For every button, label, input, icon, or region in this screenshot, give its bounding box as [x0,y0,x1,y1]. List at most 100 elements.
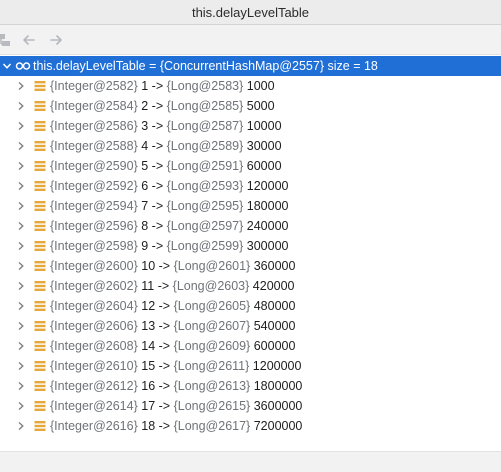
tree-row[interactable]: {Integer@2588} 4 -> {Long@2589} 30000 [0,136,501,156]
tree-row[interactable]: {Integer@2584} 2 -> {Long@2585} 5000 [0,96,501,116]
forward-arrow-icon[interactable] [48,32,64,48]
tree-row-text: {Integer@2590} 5 -> {Long@2591} 60000 [50,156,282,176]
map-entry-icon [34,401,46,411]
key-object-ref: {Integer@2582} [50,79,138,93]
chevron-right-icon[interactable] [16,301,26,311]
entry-value: 3600000 [253,399,303,413]
key-object-ref: {Integer@2600} [50,259,138,273]
chevron-right-icon[interactable] [16,241,26,251]
tree-row[interactable]: {Integer@2614} 17 -> {Long@2615} 3600000 [0,396,501,416]
chevron-right-icon[interactable] [16,361,26,371]
chevron-right-icon[interactable] [16,381,26,391]
chevron-right-icon[interactable] [16,81,26,91]
entry-arrow: -> [155,399,174,413]
tree-row[interactable]: {Integer@2612} 16 -> {Long@2613} 1800000 [0,376,501,396]
key-object-ref: {Integer@2602} [50,279,138,293]
key-object-ref: {Integer@2588} [50,139,138,153]
entry-arrow: -> [155,299,174,313]
tree-row-text: {Integer@2582} 1 -> {Long@2583} 1000 [50,76,275,96]
entry-value: 1200000 [252,359,302,373]
tree-row[interactable]: {Integer@2592} 6 -> {Long@2593} 120000 [0,176,501,196]
entry-arrow: -> [148,139,167,153]
tree-row[interactable]: {Integer@2582} 1 -> {Long@2583} 1000 [0,76,501,96]
chevron-right-icon[interactable] [16,321,26,331]
value-object-ref: {Long@2583} [166,79,244,93]
entry-key: 14 [141,339,156,353]
entry-arrow: -> [148,159,167,173]
value-object-ref: {Long@2587} [166,119,244,133]
map-entry-icon [34,141,46,151]
entry-key: 18 [141,419,156,433]
map-entry-icon [34,101,46,111]
entry-key: 13 [141,319,156,333]
chevron-right-icon[interactable] [16,221,26,231]
chevron-right-icon[interactable] [16,101,26,111]
entry-arrow: -> [155,319,174,333]
map-entry-icon [34,301,46,311]
entry-arrow: -> [148,219,167,233]
back-arrow-icon[interactable] [21,32,37,48]
chevron-down-icon[interactable] [2,61,12,71]
entry-key: 17 [141,399,156,413]
chevron-right-icon[interactable] [16,201,26,211]
entry-key: 12 [141,299,156,313]
tree-row[interactable]: {Integer@2608} 14 -> {Long@2609} 600000 [0,336,501,356]
tree-row[interactable]: {Integer@2586} 3 -> {Long@2587} 10000 [0,116,501,136]
tree-row[interactable]: {Integer@2596} 8 -> {Long@2597} 240000 [0,216,501,236]
map-entry-icon [34,81,46,91]
tree-row[interactable]: {Integer@2602} 11 -> {Long@2603} 420000 [0,276,501,296]
entry-key: 11 [141,279,155,293]
map-entry-icon [34,341,46,351]
chevron-right-icon[interactable] [16,341,26,351]
root-size: size = 18 [324,59,378,73]
tree-row[interactable]: {Integer@2616} 18 -> {Long@2617} 7200000 [0,416,501,436]
root-variable-name: this.delayLevelTable [33,59,146,73]
chevron-right-icon[interactable] [16,121,26,131]
tree-row[interactable]: {Integer@2598} 9 -> {Long@2599} 300000 [0,236,501,256]
tree-row-text: {Integer@2588} 4 -> {Long@2589} 30000 [50,136,282,156]
entry-value: 7200000 [253,419,303,433]
tree-row-text: {Integer@2602} 11 -> {Long@2603} 420000 [50,276,295,296]
tree-row-text: {Integer@2606} 13 -> {Long@2607} 540000 [50,316,295,336]
tree-row[interactable]: {Integer@2606} 13 -> {Long@2607} 540000 [0,316,501,336]
tree-row-text: {Integer@2608} 14 -> {Long@2609} 600000 [50,336,295,356]
entry-value: 480000 [253,299,296,313]
entry-value: 10000 [246,119,282,133]
chevron-right-icon[interactable] [16,181,26,191]
entry-arrow: -> [148,199,167,213]
root-equals: = [145,59,160,73]
value-object-ref: {Long@2589} [166,139,244,153]
tree-row-text: {Integer@2614} 17 -> {Long@2615} 3600000 [50,396,302,416]
tree-row[interactable]: {Integer@2604} 12 -> {Long@2605} 480000 [0,296,501,316]
entry-value: 60000 [246,159,282,173]
tree-row[interactable]: {Integer@2600} 10 -> {Long@2601} 360000 [0,256,501,276]
key-object-ref: {Integer@2586} [50,119,138,133]
value-object-ref: {Long@2607} [173,319,251,333]
tree-root-row[interactable]: this.delayLevelTable = {ConcurrentHashMa… [0,56,501,76]
tree-row[interactable]: {Integer@2610} 15 -> {Long@2611} 1200000 [0,356,501,376]
map-entry-icon [34,261,46,271]
chevron-right-icon[interactable] [16,401,26,411]
tree-row[interactable]: {Integer@2590} 5 -> {Long@2591} 60000 [0,156,501,176]
entry-key: 15 [141,359,156,373]
map-entry-icon [34,421,46,431]
entry-value: 300000 [246,239,289,253]
tree-row-text: {Integer@2596} 8 -> {Long@2597} 240000 [50,216,288,236]
tree-row-text: {Integer@2600} 10 -> {Long@2601} 360000 [50,256,295,276]
map-entry-icon [34,381,46,391]
key-object-ref: {Integer@2592} [50,179,138,193]
object-reference-icon [15,62,31,70]
tree-row[interactable]: {Integer@2594} 7 -> {Long@2595} 180000 [0,196,501,216]
map-entry-icon [34,121,46,131]
entry-arrow: -> [155,359,174,373]
tree-row-text: {Integer@2604} 12 -> {Long@2605} 480000 [50,296,295,316]
entry-key: 10 [141,259,156,273]
chevron-right-icon[interactable] [16,161,26,171]
chevron-right-icon[interactable] [16,281,26,291]
hierarchy-icon[interactable] [0,32,12,48]
chevron-right-icon[interactable] [16,421,26,431]
chevron-right-icon[interactable] [16,141,26,151]
status-bar [0,451,501,472]
key-object-ref: {Integer@2610} [50,359,138,373]
chevron-right-icon[interactable] [16,261,26,271]
